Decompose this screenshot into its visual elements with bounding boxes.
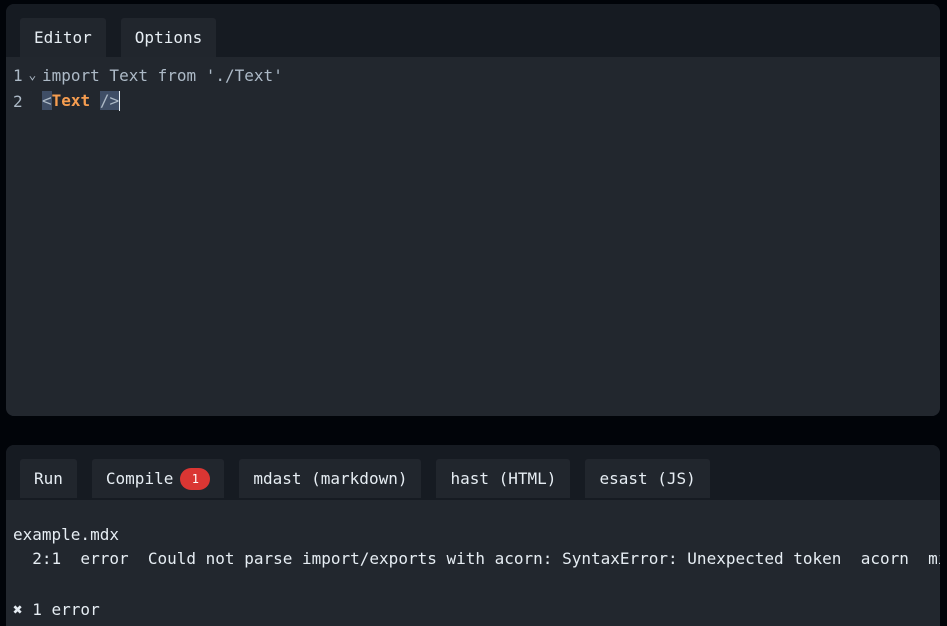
tab-editor[interactable]: Editor [20, 18, 106, 57]
line-number: 1 [13, 65, 23, 85]
output-tabbar: Run Compile 1 mdast (markdown) hast (HTM… [6, 445, 940, 498]
tab-compile[interactable]: Compile 1 [91, 459, 225, 498]
tab-run[interactable]: Run [20, 459, 77, 498]
error-summary: ✖ 1 error [13, 600, 100, 619]
compile-output: example.mdx 2:1 error Could not parse im… [6, 500, 940, 626]
error-count-badge: 1 [180, 467, 211, 490]
tab-editor-label: Editor [34, 28, 92, 47]
tab-mdast-label: mdast (markdown) [253, 469, 408, 488]
fold-chevron-icon[interactable]: ⌄ [29, 68, 43, 83]
output-filename: example.mdx [13, 525, 119, 544]
tab-esast-label: esast (JS) [599, 469, 696, 488]
selected-bracket: < [42, 90, 52, 110]
jsx-tag-name: Text [51, 90, 91, 110]
code-text: import Text from './Text' [42, 65, 283, 85]
code-editor[interactable]: 1 ⌄ import Text from './Text' 2 <Text /> [6, 57, 940, 416]
text-cursor [119, 91, 121, 112]
tab-esast[interactable]: esast (JS) [585, 459, 710, 498]
tab-mdast[interactable]: mdast (markdown) [239, 459, 422, 498]
output-panel: Run Compile 1 mdast (markdown) hast (HTM… [6, 445, 940, 626]
tab-hast[interactable]: hast (HTML) [436, 459, 571, 498]
code-line-2: 2 <Text /> [6, 88, 940, 114]
editor-panel: Editor Options 1 ⌄ import Text from './T… [6, 4, 940, 416]
line-number: 2 [13, 91, 23, 111]
editor-tabbar: Editor Options [6, 4, 940, 57]
tab-options-label: Options [134, 28, 203, 47]
gutter: 2 [6, 92, 42, 111]
error-message: 2:1 error Could not parse import/exports… [13, 549, 940, 568]
gutter: 1 ⌄ [6, 66, 42, 85]
code-text: <Text /> [42, 90, 121, 112]
code-line-1: 1 ⌄ import Text from './Text' [6, 62, 940, 88]
tab-options[interactable]: Options [120, 18, 217, 57]
tab-run-label: Run [34, 469, 63, 488]
tab-hast-label: hast (HTML) [450, 469, 557, 488]
selected-close: /> [99, 90, 120, 110]
output-spacer [13, 573, 940, 600]
tab-compile-label: Compile [105, 469, 174, 488]
